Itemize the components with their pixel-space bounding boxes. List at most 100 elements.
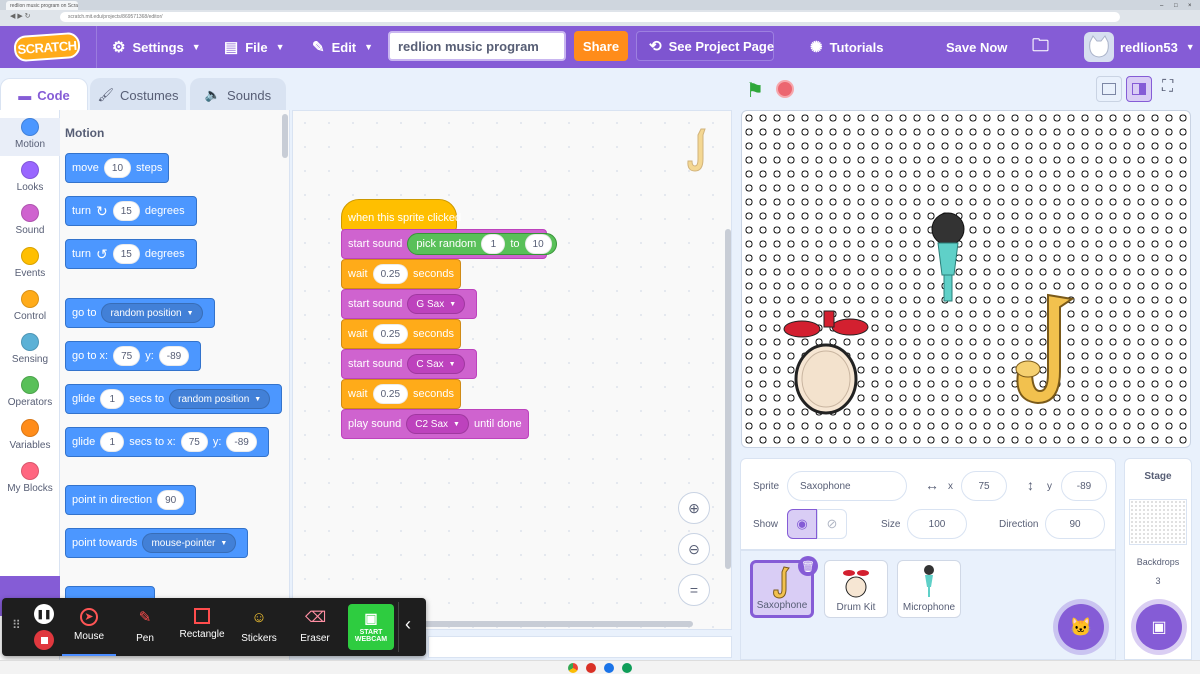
small-stage-button[interactable] xyxy=(1096,76,1122,102)
microphone-sprite[interactable] xyxy=(931,212,965,302)
tool-eraser[interactable]: ⌫ Eraser xyxy=(288,598,342,656)
see-project-page-button[interactable]: ⟲ See Project Page xyxy=(636,31,774,61)
my-stuff-button[interactable]: 🗀 xyxy=(1032,26,1056,68)
size-input[interactable] xyxy=(907,509,967,539)
stop-recording-icon[interactable] xyxy=(34,630,54,650)
number-input[interactable]: 90 xyxy=(157,490,185,510)
block-start-sound-random[interactable]: start sound pick random 1 to 10 xyxy=(341,229,557,259)
script-scrollbar-vertical[interactable] xyxy=(725,229,731,569)
settings-menu[interactable]: ⚙ Settings ▼ xyxy=(112,26,201,68)
saxophone-sprite[interactable] xyxy=(1015,293,1075,405)
number-input[interactable]: 1 xyxy=(100,389,125,409)
app-icon[interactable] xyxy=(622,663,632,673)
block-go-to[interactable]: go to random position ▼ xyxy=(65,298,215,328)
block-when-sprite-clicked[interactable]: when this sprite clicked xyxy=(341,199,461,231)
y-input[interactable] xyxy=(1061,471,1107,501)
zoom-reset-button[interactable]: = xyxy=(678,574,710,606)
tutorials-button[interactable]: ✺ Tutorials xyxy=(810,26,884,68)
sprite-tile-drum-kit[interactable]: Drum Kit xyxy=(824,560,888,618)
minimize-icon[interactable]: – xyxy=(1160,3,1166,9)
block-start-sound[interactable]: start sound G Sax ▼ xyxy=(341,289,478,319)
category-motion[interactable]: Motion xyxy=(0,118,60,156)
delete-sprite-icon[interactable]: 🗑 xyxy=(798,556,818,576)
script-area[interactable]: when this sprite clicked start sound pick… xyxy=(292,110,732,630)
pause-icon[interactable]: ❚❚ xyxy=(34,604,54,624)
sound-dropdown[interactable]: C2 Sax ▼ xyxy=(406,414,469,434)
number-input[interactable]: 75 xyxy=(180,432,208,452)
direction-input[interactable] xyxy=(1045,509,1105,539)
account-menu[interactable]: redlion53 ▼ xyxy=(1120,26,1195,68)
sprite-tile-microphone[interactable]: Microphone xyxy=(897,560,961,618)
block-go-to-xy[interactable]: go to x: 75 y: -89 xyxy=(65,341,202,371)
dropdown[interactable]: random position ▼ xyxy=(101,303,203,323)
tool-rectangle[interactable]: Rectangle xyxy=(174,598,230,656)
sound-dropdown[interactable]: C Sax ▼ xyxy=(407,354,465,374)
stage-canvas[interactable] xyxy=(741,110,1191,448)
script-scrollbar-horizontal[interactable] xyxy=(423,621,693,627)
block-glide[interactable]: glide 1 secs to random position ▼ xyxy=(65,384,283,414)
x-input[interactable] xyxy=(961,471,1007,501)
close-window-icon[interactable]: × xyxy=(1188,3,1194,9)
maximize-icon[interactable]: □ xyxy=(1174,3,1180,9)
category-operators[interactable]: Operators xyxy=(0,376,60,408)
choose-sprite-button[interactable]: 🐱 xyxy=(1058,604,1104,650)
category-variables[interactable]: Variables xyxy=(0,419,60,451)
dropdown[interactable]: mouse-pointer ▼ xyxy=(142,533,237,553)
large-stage-button[interactable] xyxy=(1126,76,1152,102)
number-input[interactable]: 15 xyxy=(112,201,140,221)
number-input[interactable]: 10 xyxy=(524,234,552,254)
category-sensing[interactable]: Sensing xyxy=(0,333,60,365)
tab-costumes[interactable]: 🖌 Costumes xyxy=(90,78,186,112)
dropdown[interactable]: random position ▼ xyxy=(169,389,271,409)
block-glide-xy[interactable]: glide 1 secs to x: 75 y: -89 xyxy=(65,427,269,457)
collapse-chevron-icon[interactable]: ‹ xyxy=(405,614,411,635)
nav-back-icon[interactable]: ◀ ▶ ↻ xyxy=(10,12,31,20)
block-start-sound[interactable]: start sound C Sax ▼ xyxy=(341,349,477,379)
chrome-icon[interactable] xyxy=(568,663,578,673)
block-pick-random[interactable]: pick random 1 to 10 xyxy=(407,233,557,255)
zoom-out-button[interactable]: ⊖ xyxy=(678,533,710,565)
block-play-sound-until-done[interactable]: play sound C2 Sax ▼ until done xyxy=(341,409,529,439)
category-control[interactable]: Control xyxy=(0,290,60,322)
share-button[interactable]: Share xyxy=(574,31,628,61)
block-wait[interactable]: wait 0.25 seconds xyxy=(341,379,462,409)
start-webcam-button[interactable]: ▣ START WEBCAM xyxy=(348,604,394,650)
avatar[interactable] xyxy=(1084,32,1114,62)
app-icon[interactable] xyxy=(604,663,614,673)
tool-mouse[interactable]: ➤ Mouse xyxy=(62,598,116,656)
choose-backdrop-button[interactable]: ▣ xyxy=(1136,604,1182,650)
number-input[interactable]: 0.25 xyxy=(372,384,409,404)
category-sound[interactable]: Sound xyxy=(0,204,60,236)
fullscreen-icon[interactable]: ⛶ xyxy=(1162,78,1173,96)
number-input[interactable]: 15 xyxy=(112,244,140,264)
address-bar[interactable]: scratch.mit.edu/projects/869571368/edito… xyxy=(60,12,1120,22)
app-icon[interactable] xyxy=(586,663,596,673)
number-input[interactable]: 0.25 xyxy=(372,324,409,344)
show-visible-button[interactable]: ◉ xyxy=(787,509,817,539)
edit-menu[interactable]: ✎ Edit ▼ xyxy=(312,26,373,68)
green-flag-icon[interactable]: ⚑ xyxy=(746,78,764,103)
tool-pen[interactable]: ✎ Pen xyxy=(118,598,172,656)
block-turn-left[interactable]: turn ↺ 15 degrees xyxy=(65,239,197,269)
block-wait[interactable]: wait 0.25 seconds xyxy=(341,259,462,289)
category-looks[interactable]: Looks xyxy=(0,161,60,193)
backpack-bar[interactable] xyxy=(428,636,732,658)
sprite-name-input[interactable] xyxy=(787,471,907,501)
sound-dropdown[interactable]: G Sax ▼ xyxy=(407,294,466,314)
number-input[interactable]: 75 xyxy=(113,346,141,366)
tool-stickers[interactable]: ☺ Stickers xyxy=(232,598,286,656)
number-input[interactable]: 10 xyxy=(103,158,132,178)
block-point-towards[interactable]: point towards mouse-pointer ▼ xyxy=(65,528,249,558)
file-menu[interactable]: ▤ File ▼ xyxy=(224,26,285,68)
block-turn-right[interactable]: turn ↻ 15 degrees xyxy=(65,196,197,226)
scratch-logo[interactable]: SCRATCH xyxy=(13,31,81,63)
show-hidden-button[interactable]: ⊘ xyxy=(817,509,847,539)
tab-code[interactable]: ▬ Code xyxy=(0,78,88,112)
block-point-direction[interactable]: point in direction 90 xyxy=(65,485,197,515)
block-wait[interactable]: wait 0.25 seconds xyxy=(341,319,462,349)
number-input[interactable]: 0.25 xyxy=(372,264,409,284)
drag-handle-icon[interactable]: ⠿ xyxy=(12,618,21,632)
category-events[interactable]: Events xyxy=(0,247,60,279)
category-my-blocks[interactable]: My Blocks xyxy=(0,462,60,494)
number-input[interactable]: -89 xyxy=(226,432,257,452)
